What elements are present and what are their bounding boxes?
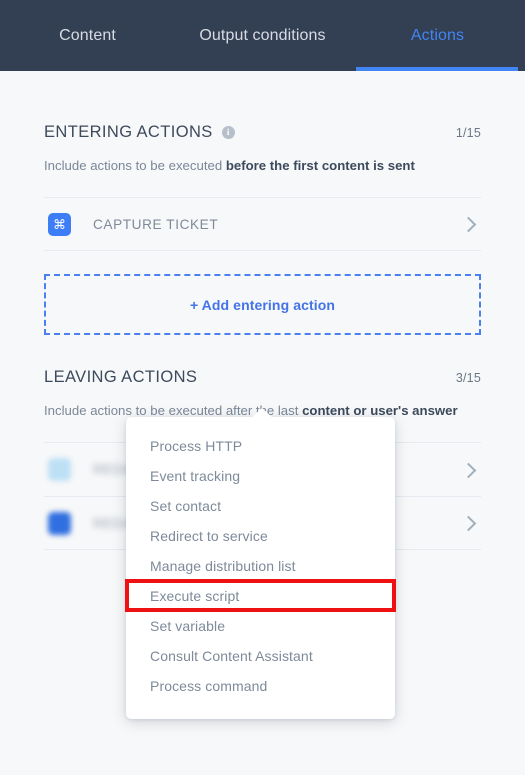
menu-item-label: Manage distribution list [150, 558, 296, 574]
menu-item-set-variable[interactable]: Set variable [126, 611, 395, 641]
entering-actions-section: ENTERING ACTIONS i 1/15 Include actions … [44, 71, 481, 335]
tab-output-conditions[interactable]: Output conditions [175, 0, 350, 71]
chevron-right-icon[interactable] [461, 462, 477, 478]
entering-actions-description: Include actions to be executed before th… [44, 155, 481, 177]
menu-item-consult-content-assistant[interactable]: Consult Content Assistant [126, 641, 395, 671]
menu-item-event-tracking[interactable]: Event tracking [126, 461, 395, 491]
leaving-description-bold: content or user's answer [302, 403, 458, 418]
menu-item-process-http[interactable]: Process HTTP [126, 431, 395, 461]
dropdown-arrow-icon [251, 408, 273, 418]
add-entering-action-label: + Add entering action [189, 296, 336, 313]
menu-item-label: Process HTTP [150, 438, 243, 454]
entering-actions-counter: 1/15 [455, 125, 481, 140]
menu-item-label: Set variable [150, 618, 226, 634]
tab-actions-label: Actions [410, 27, 465, 44]
leaving-actions-counter: 3/15 [455, 370, 481, 385]
menu-item-process-command[interactable]: Process command [126, 671, 395, 701]
chevron-right-icon[interactable] [461, 515, 477, 531]
leaving-actions-header: LEAVING ACTIONS 3/15 [44, 368, 481, 387]
add-action-dropdown-menu: Process HTTP Event tracking Set contact … [125, 408, 396, 719]
action-icon [48, 458, 71, 481]
menu-item-manage-distribution-list[interactable]: Manage distribution list [126, 551, 395, 581]
entering-description-plain: Include actions to be executed [44, 158, 226, 173]
tab-output-conditions-label: Output conditions [199, 27, 326, 44]
chevron-right-icon[interactable] [461, 216, 477, 232]
action-row-label: CAPTURE TICKET [93, 216, 219, 232]
add-entering-action-button[interactable]: + Add entering action [44, 274, 481, 335]
leaving-actions-title: LEAVING ACTIONS [44, 368, 198, 386]
info-icon[interactable]: i [221, 126, 235, 139]
menu-item-label: Event tracking [150, 468, 241, 484]
action-icon [48, 511, 71, 535]
menu-item-label: Execute script [150, 588, 240, 604]
entering-actions-title: ENTERING ACTIONS [44, 123, 213, 141]
menu-item-label: Set contact [150, 498, 222, 514]
menu-item-execute-script[interactable]: Execute script [125, 579, 396, 612]
tab-actions[interactable]: Actions [350, 0, 525, 71]
tab-content[interactable]: Content [0, 0, 175, 71]
menu-item-label: Redirect to service [150, 528, 268, 544]
menu-item-label: Consult Content Assistant [150, 648, 313, 664]
entering-actions-header: ENTERING ACTIONS i 1/15 [44, 123, 481, 142]
tab-bar: Content Output conditions Actions [0, 0, 525, 71]
entering-actions-list: ⌘ CAPTURE TICKET [44, 197, 481, 251]
entering-description-bold: before the first content is sent [225, 158, 415, 173]
menu-item-set-contact[interactable]: Set contact [126, 491, 395, 521]
tab-content-label: Content [59, 27, 116, 44]
action-row[interactable]: ⌘ CAPTURE TICKET [44, 197, 481, 251]
command-icon: ⌘ [48, 212, 71, 236]
menu-item-label: Process command [150, 678, 268, 694]
menu-item-redirect-to-service[interactable]: Redirect to service [126, 521, 395, 551]
